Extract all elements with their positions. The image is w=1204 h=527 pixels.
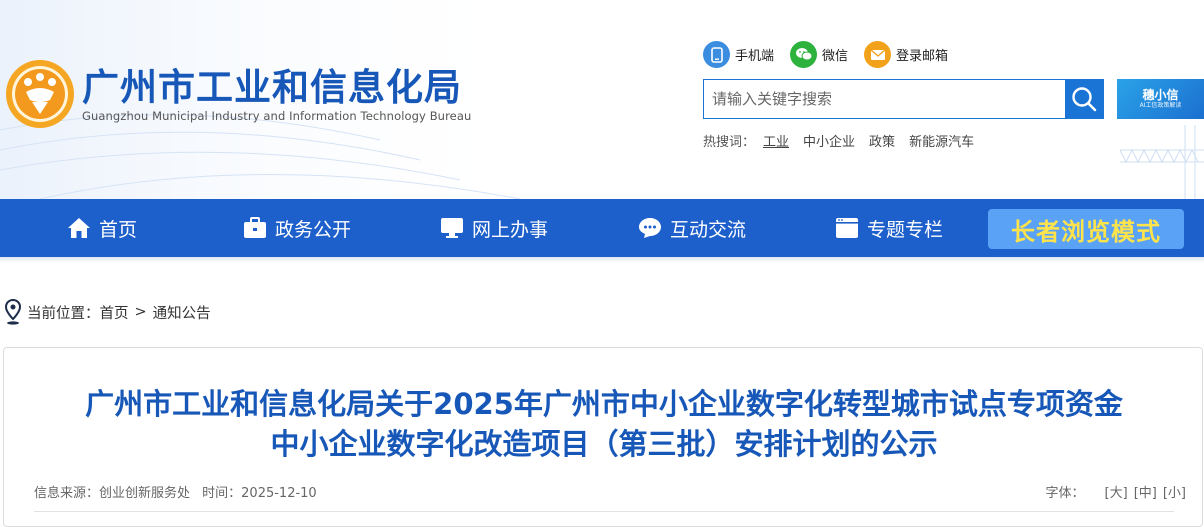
site-title-en: Guangzhou Municipal Industry and Informa… [82,108,472,123]
wechat-link-label: 微信 [822,49,849,64]
nav-item-government-affairs[interactable]: 政务公开 [243,199,351,257]
mail-link[interactable]: 登录邮箱 [864,41,948,68]
site-title-cn: 广州市工业和信息化局 [82,65,462,109]
search-button[interactable] [1065,80,1103,118]
quick-links: 手机端 微信 登录邮箱 [703,41,964,68]
nav-item-interaction[interactable]: 互动交流 [638,199,746,257]
article-source: 信息来源：创业创新服务处 [34,486,191,501]
nav-item-label: 网上办事 [472,218,549,241]
font-medium-button[interactable]: [中] [1134,482,1157,501]
hot-search-words: 热搜词： 工业 中小企业 政策 新能源汽车 [703,131,988,150]
mail-link-label: 登录邮箱 [896,49,949,64]
hot-word-link[interactable]: 政策 [869,131,895,150]
breadcrumb-label: 当前位置： [27,305,100,322]
nav-item-home[interactable]: 首页 [67,199,137,257]
article-title: 广州市工业和信息化局关于2025年广州市中小企业数字化转型城市试点专项资金 中小… [4,384,1204,464]
main-nav: 首页 政务公开 网上办事 互动交流 专题专栏 长者浏览模式 [0,199,1204,257]
hot-words-label: 热搜词： [703,135,756,150]
mobile-icon [703,41,730,68]
article-time: 时间：2025-12-10 [202,486,317,501]
mobile-link[interactable]: 手机端 [703,41,774,68]
breadcrumb-home-link[interactable]: 首页 [100,302,129,323]
ai-assistant-title: 穗小信 [1142,88,1179,102]
meta-divider [34,511,1174,512]
breadcrumb-current-link[interactable]: 通知公告 [153,302,211,323]
nav-item-label: 政务公开 [275,218,352,241]
site-logo[interactable]: 广州市工业和信息化局 Guangzhou Municipal Industry … [4,58,471,130]
breadcrumb: 当前位置： 首页 > 通知公告 [5,299,211,325]
elder-mode-button[interactable]: 长者浏览模式 [988,209,1184,249]
nav-item-label: 互动交流 [670,218,747,241]
article-meta: 信息来源：创业创新服务处 时间：2025-12-10 [34,482,325,501]
nav-item-label: 首页 [99,218,138,241]
wechat-link[interactable]: 微信 [790,41,848,68]
breadcrumb-separator: > [134,304,147,320]
font-size-label: 字体： [1045,486,1085,501]
nav-item-label: 专题专栏 [867,218,944,241]
font-size-controls: 字体： [大] [中] [小] [1046,482,1186,501]
nav-shadow [0,257,1204,263]
hot-word-link[interactable]: 新能源汽车 [909,131,974,150]
ai-assistant-badge[interactable]: 穗小信 AI工信政策解读 [1117,79,1204,119]
search-box [703,79,1104,119]
window-icon [836,218,858,238]
chat-icon [639,218,661,238]
bureau-emblem-icon [6,60,74,128]
search-input[interactable] [704,80,1065,118]
monitor-icon [441,218,463,238]
site-header: 广州市工业和信息化局 Guangzhou Municipal Industry … [0,0,1204,199]
font-small-button[interactable]: [小] [1163,482,1186,501]
nav-item-special-topics[interactable]: 专题专栏 [835,199,943,257]
article-title-line-1: 广州市工业和信息化局关于2025年广州市中小企业数字化转型城市试点专项资金 [85,387,1123,421]
mail-icon [864,41,892,68]
ai-assistant-subtitle: AI工信政策解读 [1139,102,1182,109]
mobile-link-label: 手机端 [735,49,775,64]
home-icon [68,218,90,238]
briefcase-icon [244,217,266,238]
hot-word-link[interactable]: 中小企业 [803,131,855,150]
nav-item-online-services[interactable]: 网上办事 [440,199,548,257]
hot-word-link[interactable]: 工业 [763,131,789,150]
search-icon [1072,87,1097,112]
wechat-icon [790,41,818,68]
article-panel: 广州市工业和信息化局关于2025年广州市中小企业数字化转型城市试点专项资金 中小… [3,347,1203,527]
location-pin-icon [5,299,21,325]
font-large-button[interactable]: [大] [1105,482,1128,501]
article-title-line-2: 中小企业数字化改造项目（第三批）安排计划的公示 [270,427,938,461]
